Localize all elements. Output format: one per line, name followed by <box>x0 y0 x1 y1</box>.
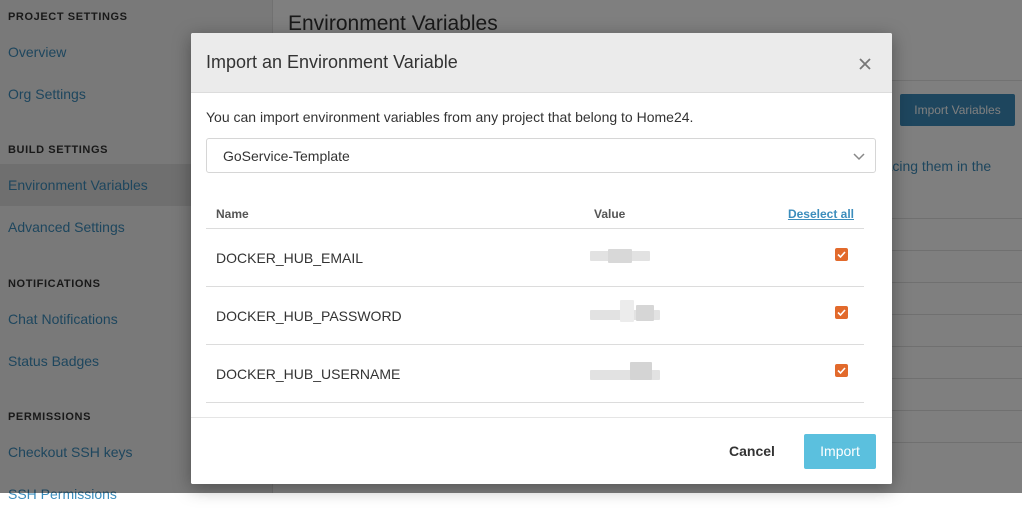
table-row: DOCKER_HUB_PASSWORD <box>206 287 864 345</box>
checkmark-icon <box>837 367 846 375</box>
row-checkbox[interactable] <box>835 248 848 261</box>
deselect-all-link[interactable]: Deselect all <box>788 207 854 221</box>
masked-value <box>590 249 660 263</box>
chevron-down-icon <box>853 153 865 161</box>
cancel-button[interactable]: Cancel <box>718 434 786 469</box>
project-select-value: GoService-Template <box>223 148 350 164</box>
table-header: Name Value Deselect all <box>206 201 864 229</box>
import-button[interactable]: Import <box>804 434 876 469</box>
row-checkbox[interactable] <box>835 306 848 319</box>
modal-header: Import an Environment Variable <box>191 33 892 93</box>
close-button[interactable] <box>852 51 878 77</box>
variable-name: DOCKER_HUB_EMAIL <box>216 250 364 266</box>
checkmark-icon <box>837 251 846 259</box>
checkmark-icon <box>837 309 846 317</box>
modal-description: You can import environment variables fro… <box>206 109 694 125</box>
variable-name: DOCKER_HUB_USERNAME <box>216 366 401 382</box>
close-icon <box>859 58 871 70</box>
table-row: DOCKER_HUB_USERNAME <box>206 345 864 403</box>
column-header-value: Value <box>594 207 626 221</box>
variable-name: DOCKER_HUB_PASSWORD <box>216 308 402 324</box>
row-checkbox[interactable] <box>835 364 848 377</box>
masked-value <box>590 300 660 322</box>
column-header-name: Name <box>216 207 249 221</box>
table-row: DOCKER_HUB_EMAIL <box>206 229 864 287</box>
modal-title: Import an Environment Variable <box>206 52 458 72</box>
masked-value <box>590 362 660 380</box>
project-select[interactable]: GoService-Template <box>206 138 876 173</box>
import-env-var-modal: Import an Environment Variable You can i… <box>191 33 892 484</box>
modal-footer: Cancel Import <box>191 417 892 484</box>
